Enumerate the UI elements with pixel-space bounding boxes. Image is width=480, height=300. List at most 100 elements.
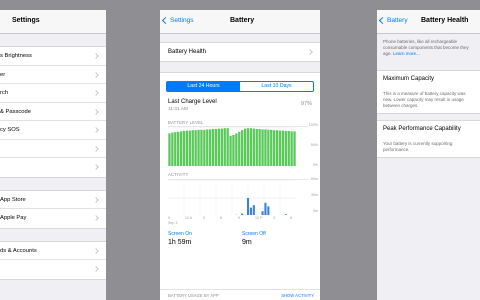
x-tick: 6 <box>220 216 222 220</box>
learn-more-link[interactable]: Learn more... <box>393 51 420 56</box>
battery-level-bar <box>290 131 293 166</box>
chevron-right-icon <box>93 196 99 203</box>
x-tick: 9 <box>168 216 170 220</box>
battery-level-bar <box>273 130 276 166</box>
segment-last-10-days[interactable]: Last 10 Days <box>240 82 313 91</box>
settings-row-brightness[interactable]: s Brightness <box>0 47 106 66</box>
show-activity-button[interactable]: SHOW ACTIVITY <box>281 293 314 298</box>
x-date: Sep 3 <box>168 221 178 225</box>
level-axis-50: 50% <box>310 143 318 147</box>
battery-level-bar <box>275 130 279 166</box>
x-tick: 3 <box>273 216 275 220</box>
row-label: ds & Accounts <box>0 247 37 254</box>
settings-nav-bar: Settings <box>0 10 106 34</box>
settings-row-wallpaper[interactable]: er <box>0 66 106 84</box>
battery-level-bar <box>287 131 290 166</box>
settings-row-privacy[interactable] <box>0 158 106 177</box>
battery-level-bar <box>174 132 177 166</box>
row-label: App Store <box>0 196 26 203</box>
battery-level-bar <box>229 135 232 166</box>
battery-level-bar <box>214 129 218 166</box>
battery-screen: Settings Battery Battery Health Last 24 … <box>160 10 320 300</box>
back-to-settings-button[interactable]: Settings <box>161 16 194 25</box>
chevron-right-icon <box>93 127 99 133</box>
battery-health-label: Battery Health <box>168 49 207 55</box>
activity-bar <box>267 206 270 215</box>
settings-row-sos[interactable]: cy SOS <box>0 121 106 140</box>
chevron-right-icon <box>93 53 99 59</box>
chevron-right-icon <box>93 164 99 170</box>
battery-level-bar <box>188 130 191 166</box>
settings-group-2: App Store Apple Pay <box>0 189 106 229</box>
row-label: cy SOS <box>0 127 20 133</box>
battery-level-bar <box>264 129 267 166</box>
activity-bar <box>246 198 250 215</box>
row-label: s Brightness <box>0 53 32 59</box>
activity-bar <box>252 205 255 215</box>
battery-level-bar <box>217 128 221 166</box>
activity-axis-0m: 0m <box>313 209 318 213</box>
activity-bar <box>249 207 252 215</box>
x-tick: 12 P <box>255 216 263 220</box>
settings-row-search[interactable]: rch <box>0 84 106 103</box>
usage-by-app-label: BATTERY USAGE BY APP <box>168 293 219 298</box>
activity-axis-60m: 60m <box>311 177 318 181</box>
battery-level-bar <box>182 131 186 166</box>
settings-row-battery[interactable] <box>0 140 106 158</box>
battery-level-bar <box>171 132 174 166</box>
battery-health-nav-bar: Battery Battery Health <box>377 10 480 34</box>
battery-level-bar <box>293 131 296 166</box>
battery-level-bar <box>200 129 203 166</box>
battery-level-bar <box>267 129 270 166</box>
intro-block: Phone batteries, like all rechargeable c… <box>377 34 480 56</box>
battery-level-bar <box>226 128 229 166</box>
settings-group-1: s Brightness er rch & Passcode cy SOS <box>0 46 106 178</box>
peak-performance-row: Peak Performance Capability <box>377 120 480 139</box>
back-label: Battery <box>387 17 408 24</box>
battery-level-bar <box>179 131 183 166</box>
battery-level-bar <box>241 130 244 166</box>
settings-row-mail[interactable] <box>0 260 106 279</box>
settings-screen: Settings s Brightness er rch & Passcode … <box>0 10 106 300</box>
settings-row-app-store[interactable]: App Store <box>0 191 106 209</box>
battery-level-chart <box>168 126 308 166</box>
battery-level-bar <box>177 131 180 166</box>
settings-row-passcode[interactable]: & Passcode <box>0 103 106 121</box>
chevron-right-icon <box>93 71 99 78</box>
battery-level-bar <box>270 129 273 166</box>
level-axis-0: 0% <box>312 163 318 167</box>
battery-level-bar <box>235 133 238 166</box>
settings-row-accounts[interactable]: ds & Accounts <box>0 242 106 260</box>
battery-health-screen: Battery Battery Health Phone batteries, … <box>377 10 480 300</box>
activity-label: ACTIVITY <box>168 172 189 177</box>
activity-chart <box>168 179 308 215</box>
screen-on-label: Screen On <box>168 231 192 237</box>
battery-level-bar <box>284 131 287 166</box>
chevron-left-icon <box>161 16 170 25</box>
battery-level-bar <box>191 130 194 166</box>
row-label: rch <box>0 90 9 96</box>
chevron-right-icon <box>93 145 99 152</box>
battery-level-bar <box>185 130 189 166</box>
max-capacity-label: Maximum Capacity <box>383 76 435 82</box>
chevron-right-icon <box>93 247 99 254</box>
battery-level-label: BATTERY LEVEL <box>168 120 204 125</box>
battery-level-bar <box>258 129 261 166</box>
battery-level-bar <box>255 129 258 166</box>
battery-level-bar <box>211 129 215 166</box>
settings-row-apple-pay[interactable]: Apple Pay <box>0 209 106 228</box>
segment-last-24-hours[interactable]: Last 24 Hours <box>167 82 240 91</box>
level-axis-100: 100% <box>308 123 318 127</box>
row-label: Apple Pay <box>0 215 27 221</box>
battery-health-row[interactable]: Battery Health <box>160 42 320 62</box>
battery-level-bar <box>168 133 171 166</box>
back-label: Settings <box>170 17 194 24</box>
chevron-right-icon <box>93 108 99 115</box>
x-tick: 3 <box>203 216 205 220</box>
battery-level-bar <box>203 129 206 166</box>
back-to-battery-button[interactable]: Battery <box>378 16 408 25</box>
max-capacity-row: Maximum Capacity <box>377 70 480 88</box>
time-range-segmented-control: Last 24 Hours Last 10 Days <box>166 81 314 92</box>
battery-level-bar <box>232 135 235 166</box>
activity-bar <box>241 213 244 215</box>
